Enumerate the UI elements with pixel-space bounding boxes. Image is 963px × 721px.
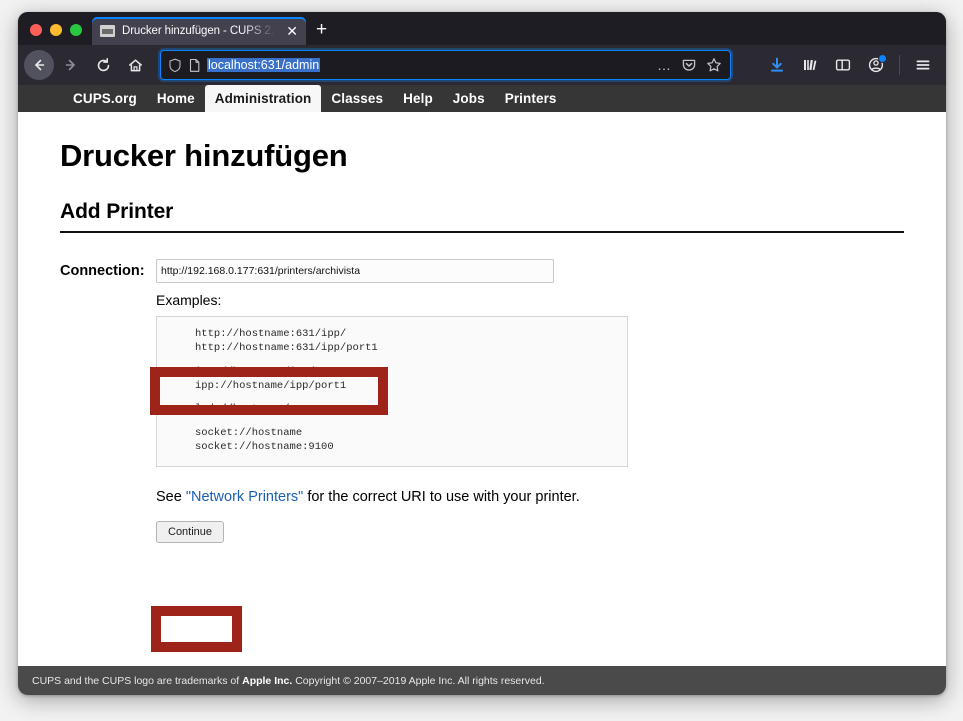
page-title: Drucker hinzufügen [60, 138, 348, 173]
minimize-window-button[interactable] [50, 24, 62, 36]
connection-form-row: Connection: Examples: http://hostname:63… [60, 259, 904, 544]
page-viewport: CUPS.org Home Administration Classes Hel… [18, 85, 946, 695]
url-text: localhost:631/admin [207, 58, 321, 72]
library-icon [804, 59, 817, 71]
toolbar-right-group [762, 50, 938, 80]
new-tab-button[interactable]: + [306, 20, 337, 45]
example-line: ipp://hostname/ipp/port1 [195, 379, 347, 392]
examples-box: http://hostname:631/ipp/ http://hostname… [156, 316, 628, 468]
example-line: socket://hostname [195, 427, 303, 440]
address-bar-actions: … [657, 57, 724, 73]
footer-text: CUPS and the CUPS logo are trademarks of… [32, 675, 545, 687]
example-line: lpd://hostname/queue [195, 403, 322, 416]
page-info-icon[interactable] [188, 58, 201, 73]
example-line: http://hostname:631/ipp/ [195, 328, 347, 340]
footer-text-bold: Apple Inc. [242, 674, 293, 687]
example-line: socket://hostname:9100 [195, 441, 334, 454]
reload-button[interactable] [88, 50, 118, 80]
examples-group-lpd: lpd://hostname/queue [195, 403, 613, 417]
close-window-button[interactable] [30, 24, 42, 36]
nav-item-cups-org[interactable]: CUPS.org [63, 85, 147, 112]
title-bar: Drucker hinzufügen - CUPS 2.3 ✕ + [18, 12, 946, 45]
nav-item-jobs[interactable]: Jobs [443, 85, 495, 112]
account-notification-badge [878, 54, 887, 63]
menu-icon [916, 60, 930, 70]
home-icon [128, 58, 142, 71]
network-printers-link[interactable]: "Network Printers" [186, 489, 303, 505]
browser-tab[interactable]: Drucker hinzufügen - CUPS 2.3 ✕ [92, 17, 306, 45]
forward-button[interactable] [56, 50, 86, 80]
examples-label: Examples: [156, 292, 222, 308]
examples-group-socket: socket://hostname socket://hostname:9100 [195, 427, 613, 455]
continue-button[interactable]: Continue [156, 521, 225, 544]
connection-input[interactable] [156, 259, 554, 283]
page-actions-icon[interactable]: … [657, 58, 672, 72]
address-bar[interactable]: localhost:631/admin … [160, 50, 731, 80]
section-title: Add Printer [60, 200, 904, 233]
url-text-wrapper[interactable]: localhost:631/admin [207, 58, 651, 72]
page-content: Drucker hinzufügen Add Printer Connectio… [18, 112, 946, 666]
nav-item-classes[interactable]: Classes [321, 85, 393, 112]
window-controls [18, 24, 92, 45]
nav-item-administration[interactable]: Administration [204, 85, 322, 112]
bookmark-star-icon[interactable] [706, 57, 722, 73]
zoom-window-button[interactable] [70, 24, 82, 36]
hint-suffix: for the correct URI to use with your pri… [303, 489, 580, 506]
app-menu-button[interactable] [908, 50, 938, 80]
downloads-button[interactable] [762, 50, 792, 80]
reload-icon [97, 57, 109, 71]
pocket-icon[interactable] [681, 57, 697, 73]
tab-title: Drucker hinzufügen - CUPS 2.3 [122, 25, 278, 37]
connection-field-group: Examples: http://hostname:631/ipp/ http:… [156, 259, 904, 544]
nav-item-home[interactable]: Home [147, 85, 205, 112]
page-footer: CUPS and the CUPS logo are trademarks of… [18, 666, 946, 695]
forward-arrow-icon [65, 59, 75, 71]
cups-navigation: CUPS.org Home Administration Classes Hel… [18, 85, 946, 112]
toolbar-divider [899, 55, 900, 75]
network-printers-hint: See "Network Printers" for the correct U… [156, 489, 904, 505]
nav-item-printers[interactable]: Printers [495, 85, 567, 112]
sidebar-icon [835, 59, 851, 71]
continue-button-wrapper: Continue [156, 521, 904, 544]
sidebar-button[interactable] [828, 50, 858, 80]
browser-toolbar: localhost:631/admin … [18, 45, 946, 85]
footer-text-after: Copyright © 2007–2019 Apple Inc. All rig… [292, 674, 545, 687]
cups-favicon-icon [100, 25, 115, 37]
download-icon [771, 57, 783, 72]
hint-prefix: See [156, 489, 186, 506]
back-button[interactable] [24, 50, 54, 80]
shield-icon[interactable] [168, 58, 182, 73]
footer-text-before: CUPS and the CUPS logo are trademarks of [32, 674, 243, 687]
example-line: http://hostname:631/ipp/port1 [195, 341, 378, 354]
nav-item-help[interactable]: Help [393, 85, 443, 112]
connection-label: Connection: [60, 263, 145, 279]
browser-window: Drucker hinzufügen - CUPS 2.3 ✕ + localh… [18, 12, 946, 695]
close-icon[interactable]: ✕ [284, 24, 300, 38]
examples-group-ipp: ipp://hostname/ipp/ ipp://hostname/ipp/p… [195, 366, 613, 394]
home-button[interactable] [120, 50, 150, 80]
examples-group-http: http://hostname:631/ipp/ http://hostname… [195, 328, 613, 356]
example-line: ipp://hostname/ipp/ [195, 365, 315, 378]
library-button[interactable] [795, 50, 825, 80]
account-button[interactable] [861, 50, 891, 80]
annotation-box-continue [151, 606, 242, 652]
back-arrow-icon [35, 59, 45, 71]
